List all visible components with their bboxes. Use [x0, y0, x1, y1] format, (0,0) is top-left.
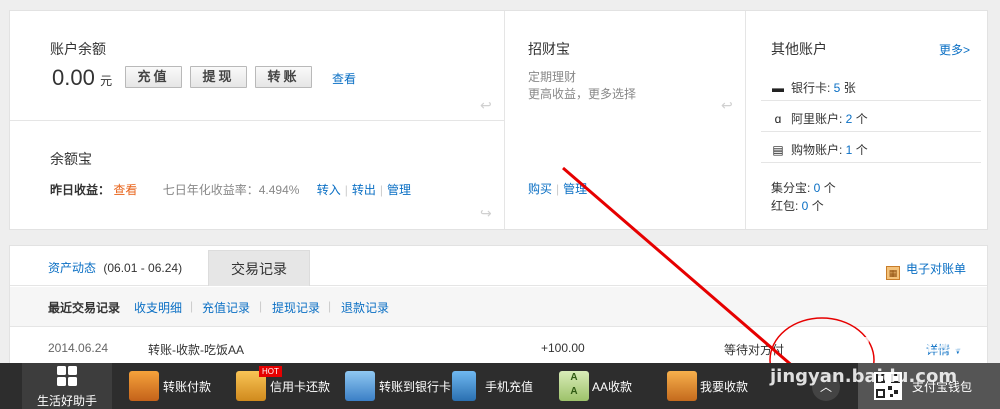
zhaocaibao-desc2: 更高收益，更多选择	[528, 87, 637, 101]
grid-icon	[57, 366, 77, 386]
aa-collect-icon: AA	[559, 371, 589, 401]
account-balance-section: 账户余额 0.00 元 充值 提现 转账 查看 ↩	[10, 11, 505, 121]
balance-amount-wrap: 0.00 元	[52, 65, 112, 91]
return-arrow-icon: ↩	[721, 97, 733, 113]
yesterday-income-label: 昨日收益：	[50, 183, 111, 197]
zhaocaibao-title: 招财宝	[528, 41, 570, 57]
jifenbao-label: 集分宝:	[771, 181, 814, 195]
baidu-jingyan-watermark: Baidu 经验	[828, 328, 962, 356]
tab-asset-activity-label: 资产动态	[48, 261, 97, 275]
yuebao-transfer-out-link[interactable]: 转出	[352, 183, 376, 197]
withdraw-records-link[interactable]: 提现记录	[272, 299, 320, 316]
zhaocaibao-desc1: 定期理财	[528, 70, 577, 84]
shopping-account-row: ▤ 购物账户: 1 个	[771, 141, 868, 158]
records-filter-bar: 最近交易记录 收支明细 | 充值记录 | 提现记录 | 退款记录	[10, 287, 987, 327]
credit-card-repay-item[interactable]: 信用卡还款	[270, 374, 330, 400]
balance-title: 账户余额	[50, 41, 106, 57]
divider	[761, 100, 981, 101]
e-statement-link-wrap[interactable]: ▦ 电子对账单	[886, 260, 966, 280]
aa-collect-item[interactable]: AA收款	[592, 374, 632, 400]
mobile-recharge-item[interactable]: 手机充值	[485, 374, 533, 400]
shopping-bag-icon: ▤	[772, 143, 784, 157]
transaction-name: 转账-收款-吃饭AA	[148, 343, 245, 357]
balance-column: 账户余额 0.00 元 充值 提现 转账 查看 ↩ 余额宝 昨日收益： 查看 七…	[10, 11, 505, 229]
zhaocaibao-manage-link[interactable]: 管理	[563, 182, 587, 196]
transfer-to-bank-item[interactable]: 转账到银行卡	[379, 374, 451, 400]
jifenbao-unit: 个	[820, 181, 836, 195]
divider	[761, 162, 981, 163]
balance-view-link[interactable]: 查看	[332, 70, 356, 87]
alibaba-account-label: 阿里账户:	[791, 112, 846, 126]
divider: |	[190, 299, 194, 313]
yuebao-manage-link[interactable]: 管理	[387, 183, 411, 197]
divider: |	[328, 299, 332, 313]
alibaba-icon: ɑ	[774, 112, 782, 126]
transfer-button[interactable]: 转账	[255, 66, 312, 88]
life-assistant-label: 生活好助手	[36, 394, 97, 408]
return-arrow-icon: ↩	[480, 97, 492, 113]
return-arrow-icon: ↪	[480, 205, 492, 221]
bank-card-icon: ▬	[772, 81, 784, 95]
shopping-account-unit: 个	[852, 143, 868, 157]
other-accounts-section: 其他账户 更多> ▬ 银行卡: 5 张 ɑ 阿里账户: 2 个 ▤ 购物账户: 1 个…	[747, 11, 987, 229]
shopping-account-label: 购物账户:	[791, 143, 846, 157]
hongbao-row: 红包: 0 个	[771, 197, 824, 214]
records-tabs-bar: 资产动态 (06.01 - 06.24) 交易记录 ▦ 电子对账单	[10, 246, 987, 286]
bank-card-label: 银行卡:	[791, 81, 834, 95]
mobile-phone-icon	[452, 371, 476, 401]
jingyan-url-watermark: jingyan.baidu.com	[770, 366, 958, 387]
tab-asset-activity[interactable]: 资产动态 (06.01 - 06.24)	[48, 250, 182, 286]
hongbao-label: 红包:	[771, 199, 802, 213]
yuebao-section: 余额宝 昨日收益： 查看 七日年化收益率：4.494% 转入 | 转出 | 管理 ↪	[10, 121, 505, 229]
jifenbao-row: 集分宝: 0 个	[771, 179, 836, 196]
yuebao-transfer-in-link[interactable]: 转入	[317, 183, 341, 197]
divider	[761, 131, 981, 132]
balance-unit: 元	[100, 74, 113, 88]
divider: |	[379, 183, 384, 197]
recent-transactions-label: 最近交易记录	[48, 301, 121, 315]
recharge-button[interactable]: 充值	[125, 66, 182, 88]
transaction-date: 2014.06.24	[48, 341, 109, 355]
other-accounts-title: 其他账户	[771, 41, 827, 57]
hongbao-unit: 个	[808, 199, 824, 213]
account-overview-panel: 账户余额 0.00 元 充值 提现 转账 查看 ↩ 余额宝 昨日收益： 查看 七…	[9, 10, 988, 230]
refund-records-link[interactable]: 退款记录	[341, 299, 389, 316]
transaction-status: 等待对方付	[724, 343, 785, 357]
recharge-records-link[interactable]: 充值记录	[202, 299, 250, 316]
alibaba-account-unit: 个	[852, 112, 868, 126]
alibaba-account-row: ɑ 阿里账户: 2 个	[771, 110, 868, 127]
e-statement-link: 电子对账单	[906, 262, 967, 276]
divider: |	[556, 182, 560, 196]
transfer-pay-icon	[129, 371, 159, 401]
yesterday-income-view-link[interactable]: 查看	[113, 183, 137, 197]
tab-asset-activity-range: (06.01 - 06.24)	[103, 261, 183, 275]
transfer-pay-item[interactable]: 转账付款	[163, 374, 211, 400]
receive-money-item[interactable]: 我要收款	[700, 374, 748, 400]
life-assistant-home-button[interactable]: 生活好助手	[22, 363, 112, 409]
divider: |	[259, 299, 263, 313]
seven-day-rate: 七日年化收益率：4.494%	[162, 183, 300, 197]
tab-transaction-records[interactable]: 交易记录	[208, 250, 310, 286]
zhaocaibao-section: 招财宝 定期理财 更高收益，更多选择 ↩ 购买 | 管理	[506, 11, 746, 229]
income-expense-link[interactable]: 收支明细	[134, 299, 182, 316]
yuebao-title: 余额宝	[50, 151, 92, 167]
bank-card-row: ▬ 银行卡: 5 张	[771, 79, 856, 96]
e-statement-icon: ▦	[886, 266, 900, 280]
balance-amount: 0.00	[52, 65, 95, 90]
zhaocaibao-buy-link[interactable]: 购买	[528, 182, 552, 196]
bank-card-unit: 张	[840, 81, 856, 95]
divider: |	[344, 183, 348, 197]
transaction-amount: +100.00	[541, 341, 585, 355]
withdraw-button[interactable]: 提现	[190, 66, 247, 88]
more-accounts-link[interactable]: 更多>	[939, 41, 970, 58]
receive-money-icon	[667, 371, 697, 401]
zhaocaibao-actions: 购买 | 管理	[528, 180, 587, 197]
yuebao-info-row: 昨日收益： 查看 七日年化收益率：4.494% 转入 | 转出 | 管理	[50, 181, 411, 198]
bank-transfer-icon	[345, 371, 375, 401]
